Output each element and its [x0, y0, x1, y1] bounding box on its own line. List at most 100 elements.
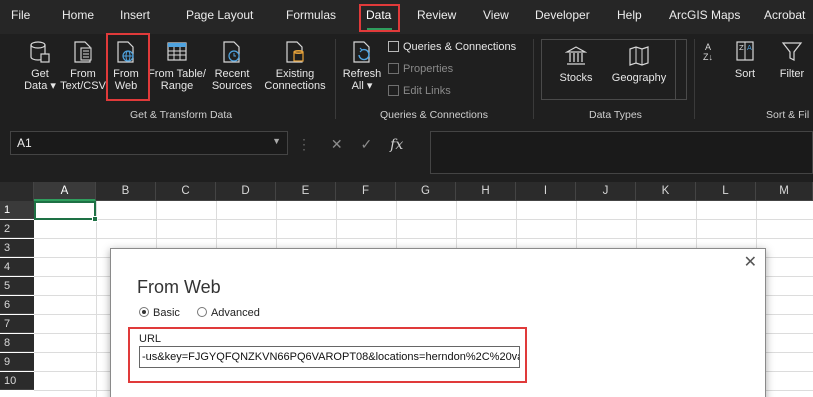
cancel-icon[interactable]: ✕ [331, 136, 343, 152]
tab-arcgis-maps[interactable]: ArcGIS Maps [669, 8, 740, 22]
from-table-range-label-1: From Table/ [148, 68, 206, 80]
tab-formulas[interactable]: Formulas [286, 8, 336, 22]
column-header-j[interactable]: J [576, 182, 636, 201]
close-icon[interactable]: ✕ [744, 252, 757, 272]
group-label-sort-filter: Sort & Fil [766, 109, 810, 121]
recent-sources-button[interactable]: Recent Sources [210, 40, 254, 92]
dialog-title: From Web [137, 277, 221, 297]
fill-handle[interactable] [92, 216, 98, 222]
get-data-label-2: Data ▾ [24, 80, 56, 92]
active-cell-a1[interactable] [34, 201, 98, 222]
tab-file[interactable]: File [11, 8, 30, 22]
column-header-h[interactable]: H [456, 182, 516, 201]
properties-button[interactable]: Properties [388, 63, 453, 75]
column-header-f[interactable]: F [336, 182, 396, 201]
tab-home[interactable]: Home [62, 8, 94, 22]
basic-radio[interactable]: Basic [139, 307, 180, 319]
tab-review[interactable]: Review [417, 8, 456, 22]
insert-function-icon[interactable]: fx [390, 137, 403, 153]
ribbon: Get Data ▾ From Text/CSV From Web From T… [0, 34, 813, 122]
edit-links-button[interactable]: Edit Links [388, 85, 451, 97]
sort-button[interactable]: ZA Sort [730, 40, 760, 80]
row-header-5[interactable]: 5 [0, 277, 34, 295]
column-header-m[interactable]: M [756, 182, 813, 201]
row-header-1[interactable]: 1 [0, 201, 34, 219]
tab-help[interactable]: Help [617, 8, 642, 22]
row-header-2[interactable]: 2 [0, 220, 34, 238]
refresh-all-label-2: All ▾ [351, 80, 373, 92]
column-header-l[interactable]: L [696, 182, 756, 201]
filter-icon [781, 40, 803, 64]
column-header-a[interactable]: A [34, 182, 96, 201]
geography-button[interactable]: Geography [608, 44, 670, 84]
enter-icon[interactable]: ✓ [361, 136, 373, 152]
queries-connections-button[interactable]: Queries & Connections [388, 41, 516, 53]
existing-connections-label-2: Connections [264, 80, 326, 92]
data-types-scroll[interactable] [675, 39, 687, 100]
column-header-c[interactable]: C [156, 182, 216, 201]
group-label-get-transform: Get & Transform Data [130, 109, 233, 121]
queries-connections-label: Queries & Connections [403, 41, 517, 53]
database-icon [29, 40, 51, 64]
row-header-4[interactable]: 4 [0, 258, 34, 276]
stocks-button[interactable]: Stocks [556, 44, 596, 84]
filter-button[interactable]: Filter [774, 40, 810, 80]
column-header-g[interactable]: G [396, 182, 456, 201]
name-box-value: A1 [17, 136, 32, 150]
advanced-radio[interactable]: Advanced [196, 307, 260, 319]
tab-data[interactable]: Data [366, 8, 391, 22]
sort-ascending-button[interactable]: A Z↓ [700, 42, 716, 62]
refresh-all-label-1: Refresh [342, 68, 382, 80]
url-input[interactable]: -us&key=FJGYQFQNZKVN66PQ6VAROPT08&locati… [139, 346, 520, 368]
tab-page-layout[interactable]: Page Layout [186, 8, 253, 22]
svg-text:A: A [747, 44, 752, 52]
active-tab-indicator [367, 28, 392, 30]
column-header-b[interactable]: B [96, 182, 156, 201]
web-page-icon [115, 40, 137, 64]
more-icon: ⋮ [297, 136, 311, 152]
refresh-icon [351, 40, 373, 64]
recent-sources-label-2: Sources [211, 80, 253, 92]
queries-icon [388, 41, 399, 52]
from-web-label-1: From [113, 68, 139, 80]
connection-file-icon [284, 40, 306, 64]
from-text-csv-label-1: From [70, 68, 96, 80]
column-header-d[interactable]: D [216, 182, 276, 201]
from-web-button[interactable]: From Web [110, 40, 142, 92]
select-all-corner[interactable] [0, 182, 34, 201]
formula-input[interactable] [430, 131, 813, 174]
refresh-all-button[interactable]: Refresh All ▾ [341, 40, 383, 92]
bank-icon [564, 44, 588, 68]
column-header-row: A B C D E F G H I J K L M [0, 182, 813, 201]
properties-icon [388, 63, 399, 74]
group-label-data-types: Data Types [589, 109, 642, 121]
row-header-10[interactable]: 10 [0, 372, 34, 390]
gridline [96, 201, 97, 397]
url-label: URL [139, 333, 162, 345]
row-header-6[interactable]: 6 [0, 296, 34, 314]
from-text-csv-button[interactable]: From Text/CSV [60, 40, 106, 92]
get-data-button[interactable]: Get Data ▾ [22, 40, 58, 92]
chevron-down-icon[interactable]: ▼ [272, 136, 281, 146]
recent-sources-label-1: Recent [214, 68, 250, 80]
recent-file-icon [221, 40, 243, 64]
row-header-9[interactable]: 9 [0, 353, 34, 371]
formula-buttons: ⋮ ✕ ✓ fx [297, 136, 403, 153]
row-header-7[interactable]: 7 [0, 315, 34, 333]
advanced-label: Advanced [210, 307, 260, 319]
filter-label: Filter [779, 68, 805, 80]
row-header-8[interactable]: 8 [0, 334, 34, 352]
tab-developer[interactable]: Developer [535, 8, 590, 22]
from-web-label-2: Web [114, 80, 138, 92]
column-header-k[interactable]: K [636, 182, 696, 201]
from-table-range-button[interactable]: From Table/ Range [146, 40, 208, 92]
tab-acrobat[interactable]: Acrobat [764, 8, 805, 22]
column-header-i[interactable]: I [516, 182, 576, 201]
tab-insert[interactable]: Insert [120, 8, 150, 22]
row-header-3[interactable]: 3 [0, 239, 34, 257]
column-header-e[interactable]: E [276, 182, 336, 201]
sort-icon: ZA [734, 40, 756, 64]
existing-connections-button[interactable]: Existing Connections [262, 40, 328, 92]
tab-view[interactable]: View [483, 8, 509, 22]
name-box[interactable]: A1 ▼ [10, 131, 288, 155]
